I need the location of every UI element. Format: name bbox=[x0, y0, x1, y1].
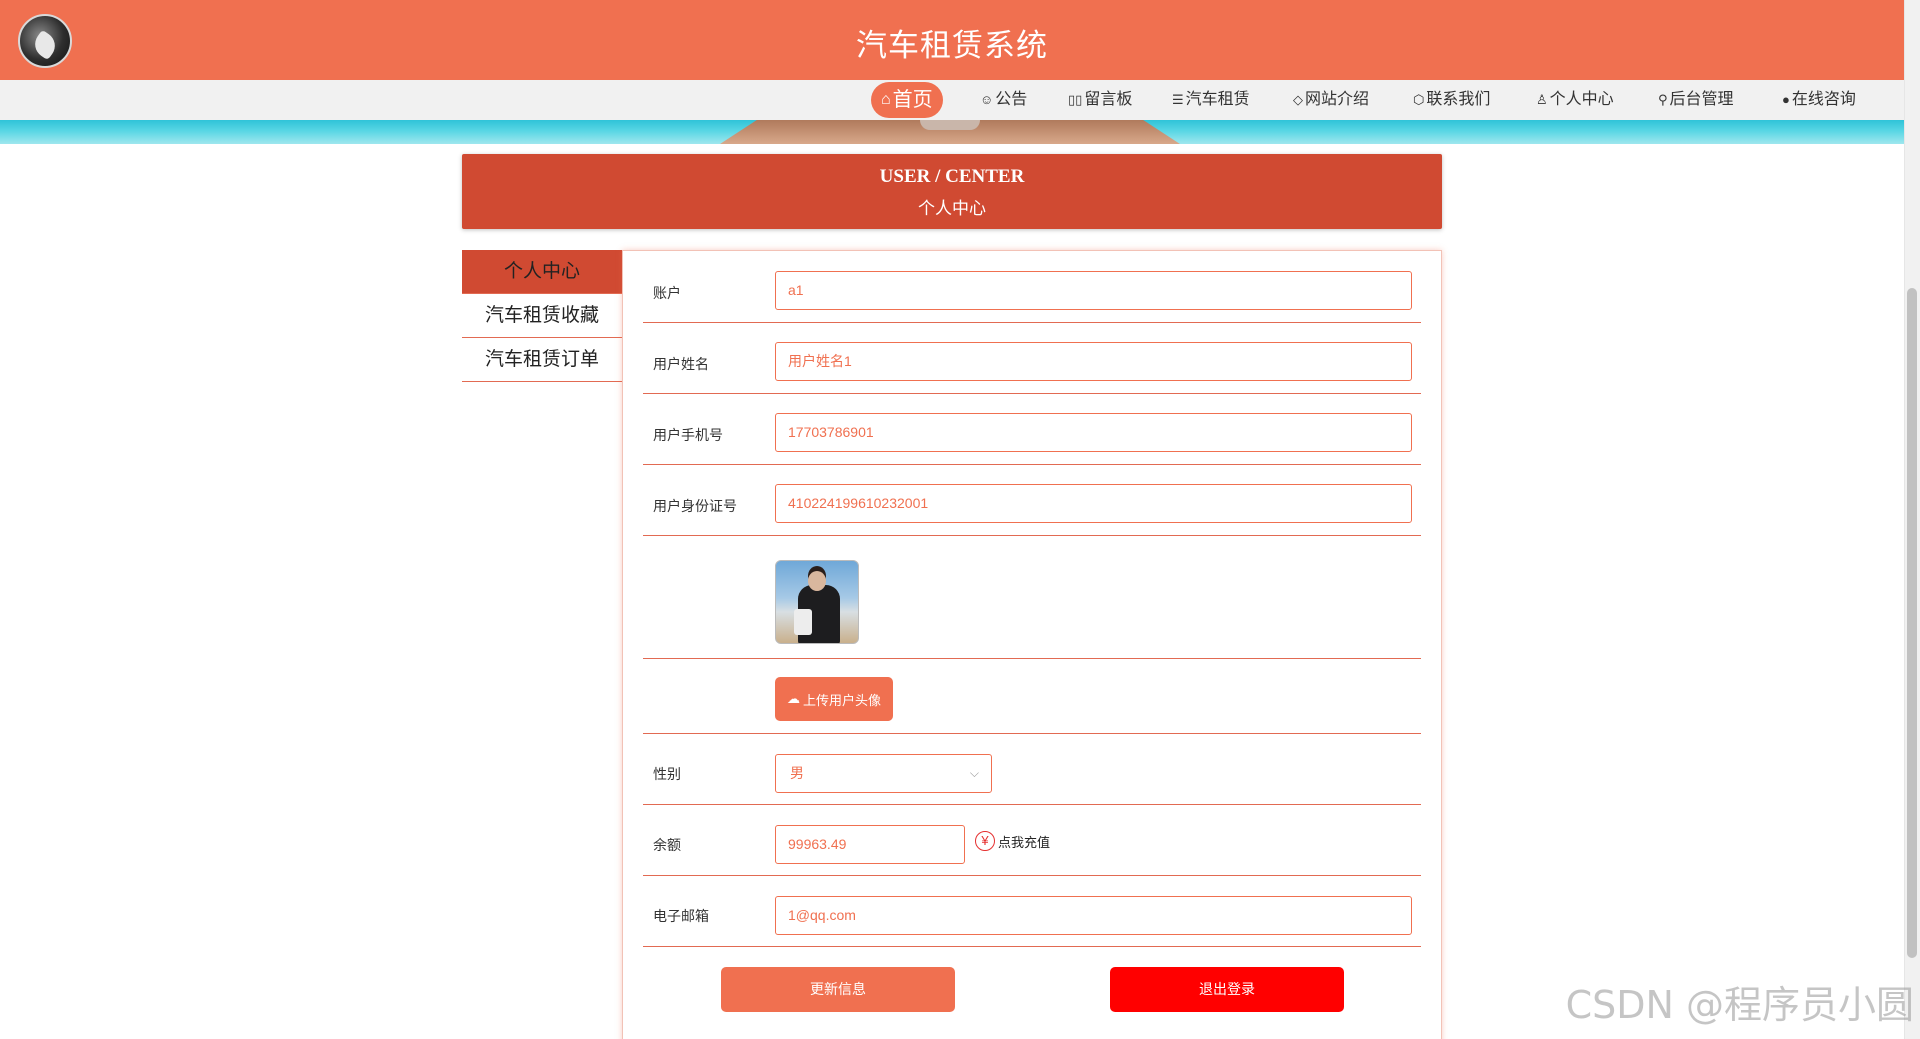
banner-pier bbox=[720, 120, 1180, 144]
user-icon: ♙ bbox=[1536, 92, 1548, 107]
nav-label: 首页 bbox=[892, 89, 933, 111]
sidebar-item-orders[interactable]: 汽车租赁订单 bbox=[462, 338, 622, 382]
form-row-email: 电子邮箱 1@qq.com bbox=[643, 876, 1421, 947]
link-icon: ⚲ bbox=[1658, 92, 1668, 107]
scrollbar-thumb[interactable] bbox=[1907, 288, 1917, 958]
section-title-en: USER / CENTER bbox=[879, 166, 1025, 187]
announcement-icon: ☺ bbox=[980, 92, 994, 107]
nav-label: 汽车租赁 bbox=[1185, 91, 1250, 108]
nav-label: 在线咨询 bbox=[1791, 91, 1856, 108]
form-row-upload: ☁ 上传用户头像 bbox=[643, 659, 1421, 734]
form-row-phone: 用户手机号 17703786901 bbox=[643, 413, 1421, 465]
form-row-account: 账户 a1 bbox=[643, 271, 1421, 323]
avatar-head bbox=[808, 571, 826, 591]
email-input[interactable]: 1@qq.com bbox=[775, 896, 1412, 935]
nav-item-contact[interactable]: ⬡ 联系我们 bbox=[1413, 80, 1490, 120]
id-card-label: 用户身份证号 bbox=[653, 498, 737, 514]
site-title: 汽车租赁系统 bbox=[856, 28, 1048, 63]
watermark: CSDN @程序员小圆 bbox=[1565, 983, 1914, 1027]
balance-input[interactable]: 99963.49 bbox=[775, 825, 965, 864]
form-row-id-card: 用户身份证号 410224199610232001 bbox=[643, 484, 1421, 536]
form-row-balance: 余额 99963.49 ¥ 点我充值 bbox=[643, 805, 1421, 876]
avatar-image[interactable] bbox=[775, 560, 859, 644]
nav-item-site-intro[interactable]: ◇ 网站介绍 bbox=[1293, 80, 1369, 120]
chevron-down-icon: ⌵ bbox=[969, 766, 979, 780]
nav-item-admin[interactable]: ⚲ 后台管理 bbox=[1658, 80, 1734, 120]
account-label: 账户 bbox=[653, 285, 681, 301]
nav-item-online-consult[interactable]: ● 在线咨询 bbox=[1782, 80, 1856, 120]
nav-item-user-center[interactable]: ♙ 个人中心 bbox=[1536, 80, 1614, 120]
nav-item-home[interactable]: ⌂ 首页 bbox=[871, 82, 943, 118]
sidebar-item-user-center[interactable]: 个人中心 bbox=[462, 250, 622, 294]
avatar-bag bbox=[794, 609, 812, 635]
logout-button[interactable]: 退出登录 bbox=[1110, 967, 1344, 1012]
form-row-username: 用户姓名 用户姓名1 bbox=[643, 342, 1421, 394]
page-scrollbar[interactable] bbox=[1904, 0, 1920, 1039]
id-card-input[interactable]: 410224199610232001 bbox=[775, 484, 1412, 523]
update-info-button[interactable]: 更新信息 bbox=[721, 967, 955, 1012]
chat-icon: ● bbox=[1782, 92, 1790, 107]
gender-value: 男 bbox=[790, 765, 804, 781]
nav-label: 联系我们 bbox=[1426, 91, 1491, 108]
layers-icon: ☰ bbox=[1172, 92, 1184, 107]
banner-image bbox=[0, 120, 1904, 144]
gender-select[interactable]: 男 ⌵ bbox=[775, 754, 992, 793]
recharge-label: 点我充值 bbox=[998, 834, 1051, 850]
form-row-gender: 性别 男 ⌵ bbox=[643, 734, 1421, 805]
username-input[interactable]: 用户姓名1 bbox=[775, 342, 1412, 381]
form-row-avatar bbox=[643, 546, 1421, 659]
section-title-cn: 个人中心 bbox=[918, 199, 986, 219]
nav-label: 公告 bbox=[995, 91, 1028, 108]
phone-label: 用户手机号 bbox=[653, 427, 723, 443]
nav-label: 留言板 bbox=[1084, 91, 1133, 108]
recharge-link[interactable]: ¥ 点我充值 bbox=[975, 831, 1050, 851]
upload-avatar-label: 上传用户头像 bbox=[802, 692, 881, 708]
main-nav: ⌂ 首页 ☺ 公告 ▯▯ 留言板 ☰ 汽车租赁 ◇ 网站介绍 ⬡ 联系我们 ♙ … bbox=[0, 80, 1904, 120]
nav-label: 网站介绍 bbox=[1305, 91, 1370, 108]
upload-avatar-button[interactable]: ☁ 上传用户头像 bbox=[775, 677, 893, 721]
nav-item-announcement[interactable]: ☺ 公告 bbox=[980, 80, 1027, 120]
contact-icon: ⬡ bbox=[1413, 92, 1425, 107]
section-title-box: USER / CENTER 个人中心 bbox=[462, 154, 1442, 229]
email-label: 电子邮箱 bbox=[653, 908, 709, 924]
phone-input[interactable]: 17703786901 bbox=[775, 413, 1412, 452]
username-label: 用户姓名 bbox=[653, 356, 709, 372]
sidebar-menu: 个人中心 汽车租赁收藏 汽车租赁订单 bbox=[462, 250, 622, 382]
nav-item-message-board[interactable]: ▯▯ 留言板 bbox=[1068, 80, 1132, 120]
account-input[interactable]: a1 bbox=[775, 271, 1412, 310]
balance-label: 余额 bbox=[653, 837, 681, 853]
nav-label: 后台管理 bbox=[1669, 91, 1734, 108]
nav-item-car-rental[interactable]: ☰ 汽车租赁 bbox=[1172, 80, 1250, 120]
gender-label: 性别 bbox=[653, 766, 681, 782]
sidebar-item-favorites[interactable]: 汽车租赁收藏 bbox=[462, 294, 622, 338]
tag-icon: ◇ bbox=[1293, 92, 1303, 107]
cloud-upload-icon: ☁ bbox=[786, 691, 800, 706]
header-bar: 汽车租赁系统 bbox=[0, 0, 1904, 80]
profile-form-panel: 账户 a1 用户姓名 用户姓名1 用户手机号 17703786901 用户身份证… bbox=[622, 250, 1442, 1039]
home-icon: ⌂ bbox=[881, 91, 891, 108]
yen-icon: ¥ bbox=[975, 831, 995, 851]
nav-label: 个人中心 bbox=[1549, 91, 1614, 108]
message-board-icon: ▯▯ bbox=[1068, 92, 1083, 107]
